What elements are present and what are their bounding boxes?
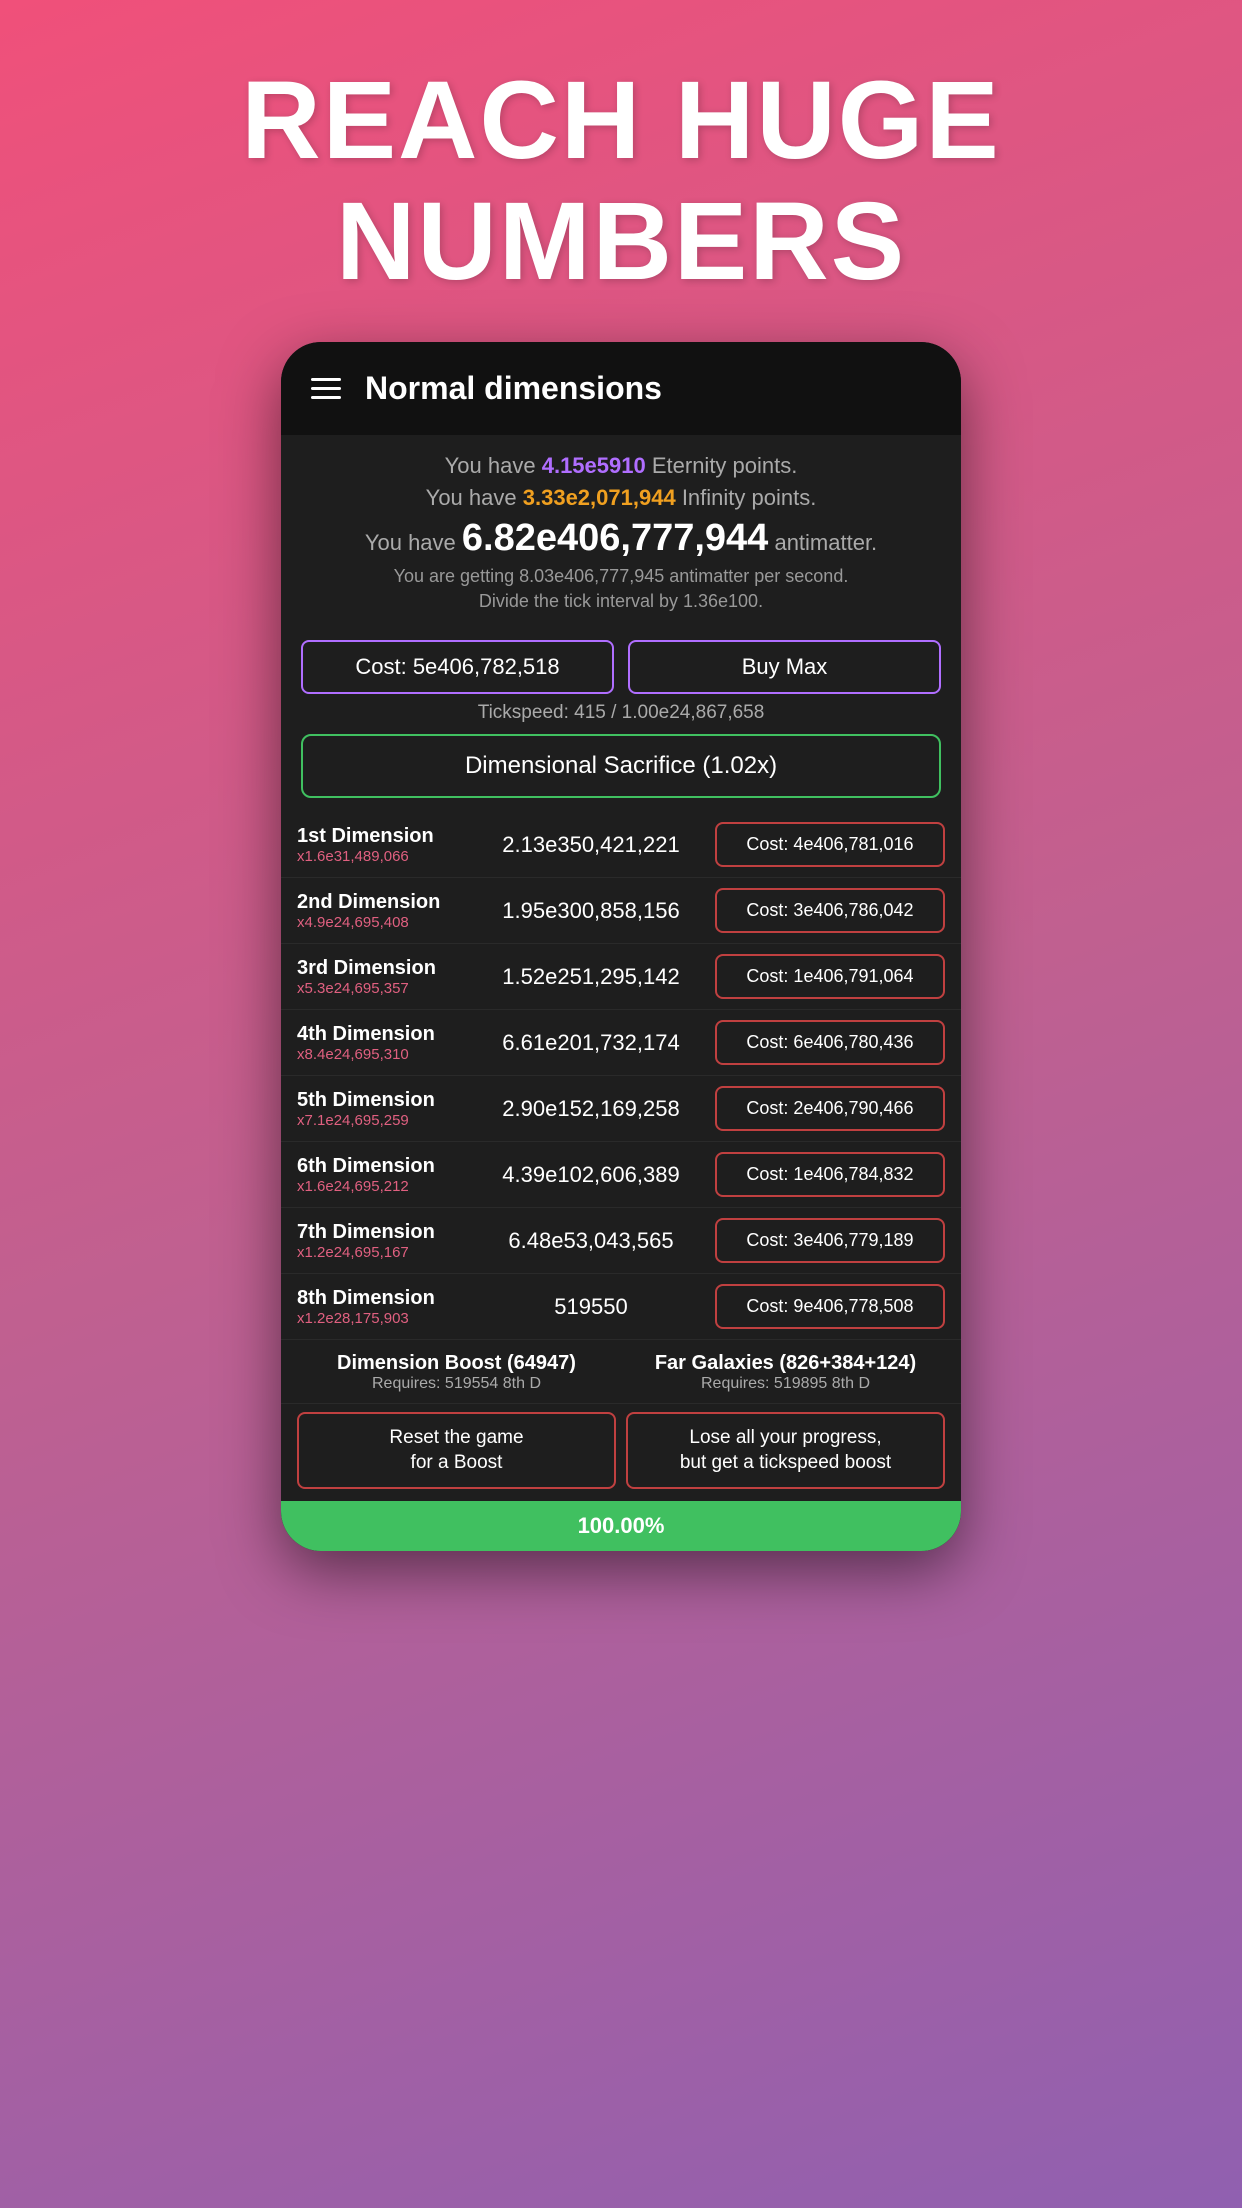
dim-value-3: 1.52e251,295,142 bbox=[467, 964, 715, 990]
dim-value-1: 2.13e350,421,221 bbox=[467, 832, 715, 858]
cost-button[interactable]: Cost: 5e406,782,518 bbox=[301, 640, 614, 694]
stats-section: You have 4.15e5910 Eternity points. You … bbox=[281, 435, 961, 626]
tickspeed-boost-button[interactable]: Lose all your progress, but get a ticksp… bbox=[626, 1412, 945, 1489]
dim-cost-btn-7[interactable]: Cost: 3e406,779,189 bbox=[715, 1218, 945, 1263]
dim-cost-btn-3[interactable]: Cost: 1e406,791,064 bbox=[715, 954, 945, 999]
boost-section: Dimension Boost (64947) Requires: 519554… bbox=[281, 1340, 961, 1404]
dim-value-4: 6.61e201,732,174 bbox=[467, 1030, 715, 1056]
dim-label-6: 6th Dimension x1.6e24,695,212 bbox=[297, 1155, 467, 1195]
dim-boost-info: Dimension Boost (64947) Requires: 519554… bbox=[297, 1352, 616, 1393]
antimatter-stat: You have 6.82e406,777,944 antimatter. bbox=[301, 517, 941, 560]
buy-max-button[interactable]: Buy Max bbox=[628, 640, 941, 694]
dim-cost-btn-2[interactable]: Cost: 3e406,786,042 bbox=[715, 888, 945, 933]
dimension-row-3: 3rd Dimension x5.3e24,695,357 1.52e251,2… bbox=[281, 944, 961, 1010]
phone-frame: Normal dimensions You have 4.15e5910 Ete… bbox=[281, 342, 961, 1551]
dim-cost-btn-5[interactable]: Cost: 2e406,790,466 bbox=[715, 1086, 945, 1131]
reset-boost-button[interactable]: Reset the game for a Boost bbox=[297, 1412, 616, 1489]
tickspeed-line: Tickspeed: 415 / 1.00e24,867,658 bbox=[281, 702, 961, 724]
dimension-row-1: 1st Dimension x1.6e31,489,066 2.13e350,4… bbox=[281, 812, 961, 878]
sacrifice-button[interactable]: Dimensional Sacrifice (1.02x) bbox=[301, 734, 941, 798]
infinity-stat: You have 3.33e2,071,944 Infinity points. bbox=[301, 485, 941, 511]
app-body: You have 4.15e5910 Eternity points. You … bbox=[281, 435, 961, 1501]
hero-title: REACH HUGE NUMBERS bbox=[241, 60, 1001, 302]
dim-label-7: 7th Dimension x1.2e24,695,167 bbox=[297, 1221, 467, 1261]
dim-value-8: 519550 bbox=[467, 1294, 715, 1320]
dimension-row-5: 5th Dimension x7.1e24,695,259 2.90e152,1… bbox=[281, 1076, 961, 1142]
dim-label-2: 2nd Dimension x4.9e24,695,408 bbox=[297, 891, 467, 931]
dim-value-7: 6.48e53,043,565 bbox=[467, 1228, 715, 1254]
per-second-stat: You are getting 8.03e406,777,945 antimat… bbox=[301, 566, 941, 587]
dim-cost-btn-4[interactable]: Cost: 6e406,780,436 bbox=[715, 1020, 945, 1065]
dim-label-5: 5th Dimension x7.1e24,695,259 bbox=[297, 1089, 467, 1129]
eternity-stat: You have 4.15e5910 Eternity points. bbox=[301, 453, 941, 479]
dim-label-1: 1st Dimension x1.6e31,489,066 bbox=[297, 825, 467, 865]
dimension-row-2: 2nd Dimension x4.9e24,695,408 1.95e300,8… bbox=[281, 878, 961, 944]
menu-button[interactable] bbox=[311, 378, 341, 399]
cost-buttons-row: Cost: 5e406,782,518 Buy Max bbox=[301, 640, 941, 694]
dim-cost-btn-8[interactable]: Cost: 9e406,778,508 bbox=[715, 1284, 945, 1329]
dim-value-5: 2.90e152,169,258 bbox=[467, 1096, 715, 1122]
dim-label-4: 4th Dimension x8.4e24,695,310 bbox=[297, 1023, 467, 1063]
dim-cost-btn-1[interactable]: Cost: 4e406,781,016 bbox=[715, 822, 945, 867]
dimension-row-8: 8th Dimension x1.2e28,175,903 519550 Cos… bbox=[281, 1274, 961, 1340]
dimension-row-7: 7th Dimension x1.2e24,695,167 6.48e53,04… bbox=[281, 1208, 961, 1274]
dim-label-8: 8th Dimension x1.2e28,175,903 bbox=[297, 1287, 467, 1327]
app-header: Normal dimensions bbox=[281, 342, 961, 435]
dimension-row-6: 6th Dimension x1.6e24,695,212 4.39e102,6… bbox=[281, 1142, 961, 1208]
app-title: Normal dimensions bbox=[365, 370, 662, 407]
galaxies-info: Far Galaxies (826+384+124) Requires: 519… bbox=[626, 1352, 945, 1393]
dim-value-2: 1.95e300,858,156 bbox=[467, 898, 715, 924]
bottom-buttons-row: Reset the game for a Boost Lose all your… bbox=[281, 1404, 961, 1501]
dimension-row-4: 4th Dimension x8.4e24,695,310 6.61e201,7… bbox=[281, 1010, 961, 1076]
progress-bar: 100.00% bbox=[281, 1501, 961, 1551]
dim-label-3: 3rd Dimension x5.3e24,695,357 bbox=[297, 957, 467, 997]
progress-text: 100.00% bbox=[578, 1513, 665, 1539]
dim-cost-btn-6[interactable]: Cost: 1e406,784,832 bbox=[715, 1152, 945, 1197]
dimensions-list: 1st Dimension x1.6e31,489,066 2.13e350,4… bbox=[281, 812, 961, 1501]
dim-value-6: 4.39e102,606,389 bbox=[467, 1162, 715, 1188]
tick-interval-stat: Divide the tick interval by 1.36e100. bbox=[301, 591, 941, 612]
